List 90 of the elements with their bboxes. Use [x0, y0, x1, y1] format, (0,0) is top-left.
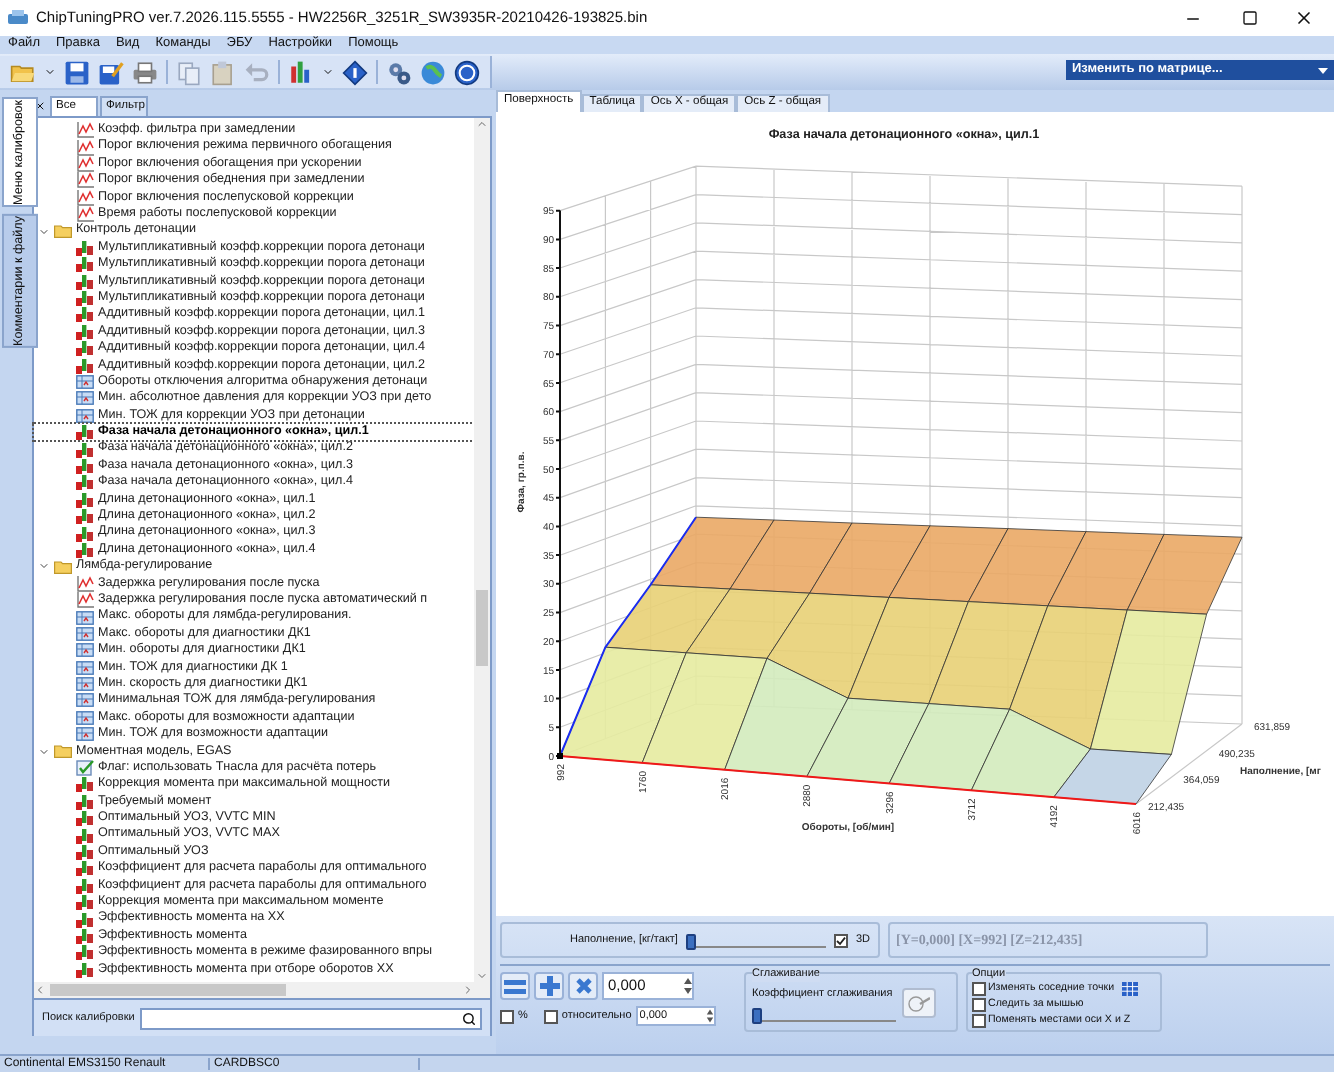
- maximize-icon[interactable]: [1242, 10, 1258, 26]
- checkbox[interactable]: [972, 998, 986, 1012]
- bar-chart-icon: [76, 306, 94, 323]
- table-icon: [76, 642, 94, 659]
- bar-chart-icon: [76, 541, 94, 558]
- table-icon: [76, 726, 94, 743]
- save-edit-icon[interactable]: [98, 59, 124, 85]
- slider-thumb[interactable]: [685, 933, 696, 949]
- bar-chart-icon: [76, 424, 94, 441]
- search-field[interactable]: [140, 1007, 482, 1029]
- printer-icon[interactable]: [132, 59, 158, 85]
- slider-thumb[interactable]: [752, 1007, 762, 1024]
- globe-icon[interactable]: [420, 59, 446, 85]
- folder-icon: [54, 744, 72, 759]
- bar-chart-icon: [76, 256, 94, 273]
- table-icon: [76, 374, 94, 391]
- caret-icon: [1318, 67, 1328, 73]
- spinner-icon[interactable]: [684, 976, 692, 996]
- grid-icon[interactable]: [1122, 982, 1139, 996]
- bar-chart-icon: [76, 776, 94, 793]
- table-icon: [76, 692, 94, 709]
- line-graph-icon: [76, 139, 94, 156]
- caret-icon[interactable]: [322, 66, 334, 78]
- bar-chart-icon: [76, 911, 94, 928]
- plus-icon: [539, 976, 559, 996]
- bar-chart-icon: [76, 508, 94, 525]
- line-graph-icon: [76, 575, 94, 592]
- checkbox[interactable]: [972, 982, 986, 996]
- set-button[interactable]: [500, 972, 530, 1000]
- checkbox[interactable]: [972, 1014, 986, 1028]
- scrollbar-thumb[interactable]: [50, 984, 286, 996]
- table-icon: [76, 407, 94, 424]
- origin-marker: [557, 753, 563, 759]
- scrollbar[interactable]: [474, 118, 490, 982]
- close-icon[interactable]: [1294, 8, 1314, 28]
- bar-chart-icon: [76, 860, 94, 877]
- folder-icon: [54, 559, 72, 574]
- bar-chart-icon: [76, 340, 94, 357]
- bar-chart-icon: [76, 323, 94, 340]
- gears-icon[interactable]: [386, 59, 412, 85]
- bar-chart-icon: [76, 290, 94, 307]
- check-icon: [76, 760, 94, 777]
- smooth-button[interactable]: [902, 988, 936, 1019]
- table-icon: [76, 659, 94, 676]
- bar-chart-icon: [76, 810, 94, 827]
- bar-chart-icon: [76, 441, 94, 458]
- brush-icon: [908, 994, 930, 1013]
- equals-icon: [504, 979, 526, 993]
- bar-chart-icon: [76, 927, 94, 944]
- bar-chart-icon: [76, 793, 94, 810]
- line-graph-icon: [76, 122, 94, 139]
- help-icon[interactable]: [454, 59, 480, 85]
- scrollbar[interactable]: [34, 982, 490, 998]
- bar-chart-icon: [76, 877, 94, 894]
- table-icon: [76, 390, 94, 407]
- table-icon: [76, 625, 94, 642]
- bar-chart-icon: [76, 239, 94, 256]
- bar-chart-icon: [76, 894, 94, 911]
- app-icon: [8, 9, 28, 27]
- line-graph-icon: [76, 206, 94, 223]
- multiply-icon: [575, 978, 591, 994]
- line-graph-icon: [76, 172, 94, 189]
- bar-chart-icon: [76, 944, 94, 961]
- bar-chart-icon: [76, 525, 94, 542]
- table-icon: [76, 709, 94, 726]
- save-icon[interactable]: [64, 59, 90, 85]
- bar-chart-icon: [76, 843, 94, 860]
- bar-chart-icon: [76, 827, 94, 844]
- table-icon: [76, 609, 94, 626]
- table-icon: [76, 676, 94, 693]
- spinner-icon[interactable]: [705, 1008, 714, 1024]
- line-graph-icon: [76, 592, 94, 609]
- scrollbar-thumb[interactable]: [476, 590, 488, 666]
- diamond-icon[interactable]: [342, 59, 368, 85]
- bar-chart-icon: [76, 273, 94, 290]
- search-icon[interactable]: [462, 1011, 476, 1025]
- checkbox[interactable]: [500, 1009, 514, 1023]
- checkbox[interactable]: [833, 933, 848, 947]
- caret-icon[interactable]: [44, 66, 56, 78]
- bar-chart-icon: [76, 474, 94, 491]
- line-graph-icon: [76, 189, 94, 206]
- bar-chart-icon: [76, 357, 94, 374]
- add-button[interactable]: [534, 972, 564, 1000]
- chart-icon[interactable]: [288, 59, 314, 85]
- bar-chart-icon: [76, 961, 94, 978]
- multiply-button[interactable]: [568, 972, 598, 1000]
- checkbox[interactable]: [543, 1009, 558, 1023]
- bar-chart-icon: [76, 491, 94, 508]
- line-graph-icon: [76, 155, 94, 172]
- folder-icon: [54, 224, 72, 239]
